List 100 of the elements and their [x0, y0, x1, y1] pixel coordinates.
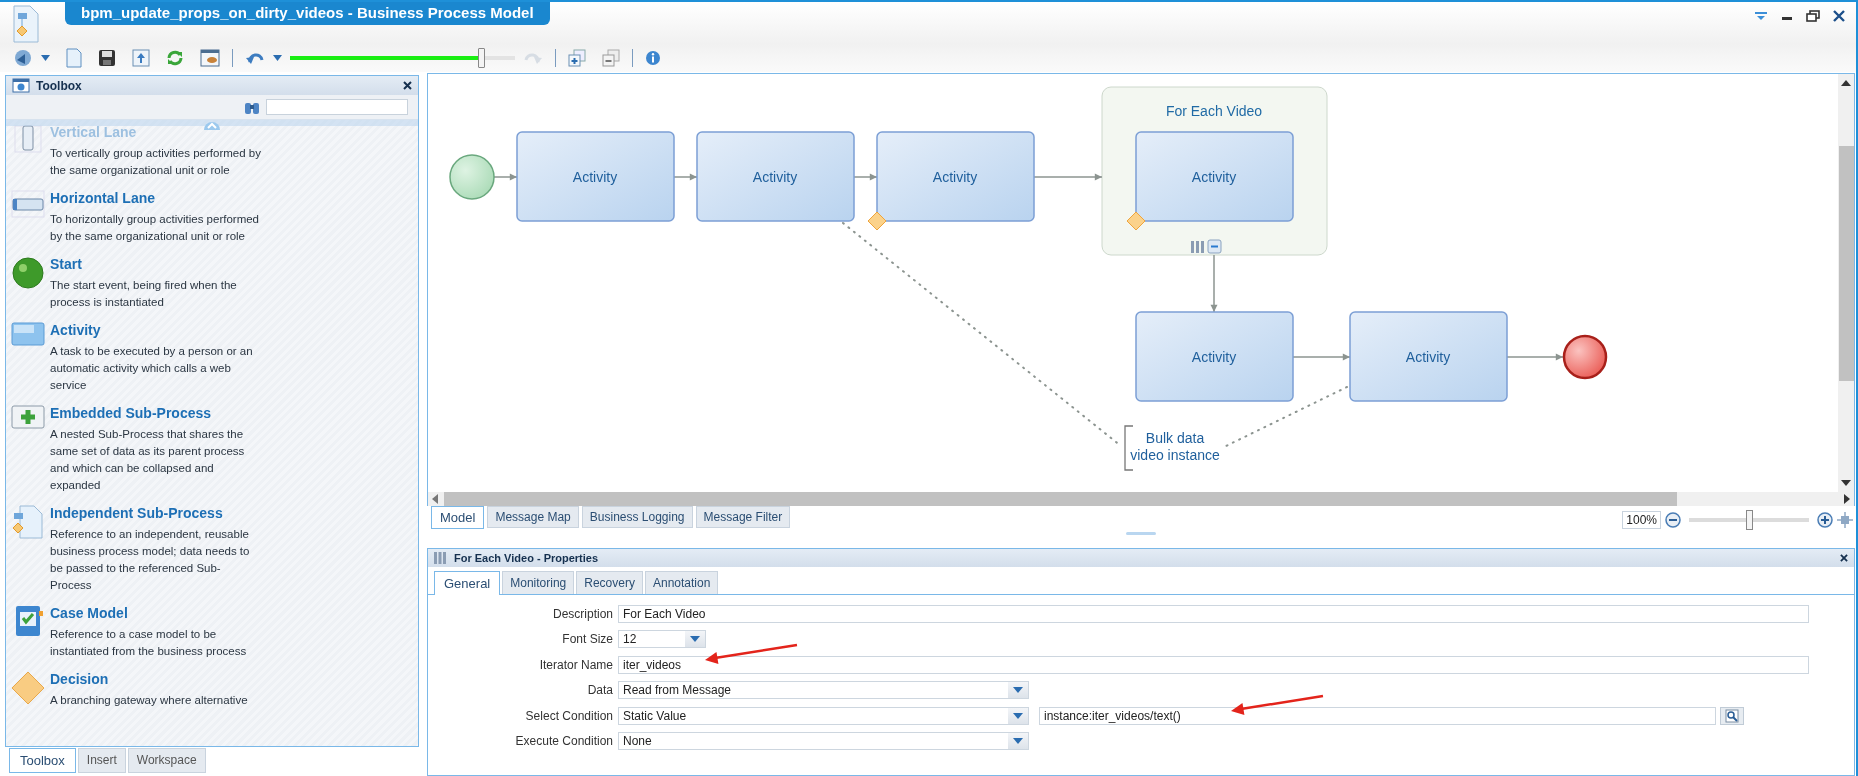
tool-name[interactable]: Decision	[50, 669, 262, 689]
undo-icon[interactable]	[245, 50, 265, 66]
flow-arrow	[1506, 353, 1564, 361]
scroll-right-icon[interactable]	[1844, 494, 1850, 504]
flow-arrow	[1292, 353, 1351, 361]
caret-icon	[1008, 707, 1028, 724]
field-label: Execute Condition	[514, 734, 614, 749]
panel-tab[interactable]: Insert	[77, 748, 126, 773]
view-tab[interactable]: Message Filter	[695, 506, 791, 528]
columns-icon	[434, 552, 446, 564]
scroll-left-icon[interactable]	[432, 494, 438, 504]
export-icon[interactable]	[132, 49, 150, 67]
scrollbar-thumb[interactable]	[444, 492, 1677, 506]
notebook-icon[interactable]	[13, 605, 43, 637]
tool-name[interactable]: Horizontal Lane	[50, 188, 262, 208]
field-label: Description	[551, 606, 614, 621]
tool-name[interactable]: Embedded Sub-Process	[50, 403, 262, 423]
view-tab[interactable]: Model	[431, 506, 485, 529]
add-copy-icon[interactable]	[568, 49, 586, 67]
dropdown[interactable]: Static Value	[618, 706, 1029, 725]
zoom-out-icon[interactable]	[1665, 512, 1681, 528]
flow-arrow	[673, 173, 698, 181]
tool-name[interactable]: Independent Sub-Process	[50, 503, 262, 523]
scroll-up-icon[interactable]	[1841, 80, 1851, 86]
properties-tab[interactable]: General	[434, 571, 501, 595]
properties-tab[interactable]: Monitoring	[502, 571, 575, 594]
text-field[interactable]: instance:iter_videos/text()	[1039, 706, 1716, 725]
activity-label: Activity	[572, 169, 618, 185]
field-label: Font Size	[561, 632, 614, 647]
info-icon[interactable]	[645, 50, 661, 66]
close-icon[interactable]	[1832, 10, 1846, 22]
text-field[interactable]: For Each Video	[618, 604, 1809, 623]
caret-icon	[1008, 682, 1028, 699]
group-title: For Each Video	[1165, 103, 1263, 119]
tool-description: A nested Sub-Process that shares the same set of data as its parent process and which can be collapsed and expanded	[50, 427, 246, 493]
tool-description: Reference to a case model to be instantiated from the business process	[50, 627, 248, 659]
start-event	[449, 154, 495, 200]
close-icon[interactable]	[1840, 554, 1848, 562]
annotation-text: Bulk data	[1145, 430, 1205, 446]
tool-name[interactable]: Start	[50, 254, 262, 274]
horizontal-lane-icon[interactable]	[11, 190, 45, 218]
tool-description: The start event, being fired when the process is instantiated	[50, 278, 238, 310]
window-title: bpm_update_props_on_dirty_videos - Business Process Model	[65, 2, 550, 25]
tool-name[interactable]: Case Model	[50, 603, 262, 623]
dropdown[interactable]: None	[618, 732, 1029, 751]
new-page-icon[interactable]	[66, 48, 82, 68]
text-field[interactable]: iter_videos	[618, 655, 1809, 674]
activity-label: Activity	[1191, 169, 1237, 185]
tool-description: To vertically group activities performed by the same organizational unit or role	[50, 146, 262, 178]
activity-label: Activity	[1405, 349, 1451, 365]
tool-description: A task to be executed by a person or an automatic activity which calls a web service	[50, 344, 254, 393]
panel-title: Toolbox	[36, 78, 82, 93]
caret-icon[interactable]	[273, 55, 282, 61]
caret-icon[interactable]	[41, 55, 50, 61]
remove-copy-icon[interactable]	[602, 49, 620, 67]
tool-description: To horizontally group activities performed by the same organizational unit or role	[50, 212, 261, 244]
field-label: Iterator Name	[538, 657, 614, 672]
tool-description: Reference to an independent, reusable business process model; data needs to be passed to the referenced Sub-Process	[50, 527, 251, 593]
zoom-value: 100%	[1622, 511, 1661, 529]
process-icon[interactable]	[13, 48, 33, 68]
document-icon[interactable]	[12, 505, 44, 539]
activity-label: Activity	[932, 169, 978, 185]
splitter-handle[interactable]	[1126, 532, 1156, 535]
magnifier-icon	[1725, 708, 1739, 723]
search-field[interactable]	[266, 99, 408, 115]
properties-tab[interactable]: Annotation	[644, 571, 719, 594]
flow-arrow	[1210, 254, 1218, 313]
caret-icon	[685, 631, 705, 648]
sphere-icon[interactable]	[11, 256, 45, 290]
tool-name[interactable]: Activity	[50, 320, 262, 340]
process-document-icon	[10, 4, 40, 44]
panel-tab[interactable]: Toolbox	[9, 748, 76, 773]
panel-title: For Each Video - Properties	[454, 552, 599, 564]
activity-label: Activity	[1191, 349, 1237, 365]
restore-icon[interactable]	[1806, 10, 1820, 22]
save-icon[interactable]	[98, 49, 116, 67]
dropdown[interactable]: 12	[618, 630, 706, 649]
zoom-in-icon[interactable]	[1817, 512, 1833, 528]
flow-arrow	[493, 173, 518, 181]
field-label: Select Condition	[524, 708, 614, 723]
dropdown[interactable]: Read from Message	[618, 681, 1029, 700]
activity-label: Activity	[752, 169, 798, 185]
preview-icon[interactable]	[200, 49, 220, 67]
plus-icon[interactable]	[11, 405, 45, 429]
properties-tab[interactable]: Recovery	[576, 571, 643, 594]
caret-icon	[1008, 733, 1028, 750]
collapse-icon[interactable]	[1207, 239, 1222, 254]
columns-icon[interactable]	[1191, 241, 1204, 253]
browse-button[interactable]	[1720, 706, 1744, 725]
scroll-down-icon[interactable]	[1841, 480, 1851, 486]
dropdown-icon[interactable]	[1754, 10, 1768, 22]
view-tab[interactable]: Business Logging	[581, 506, 693, 528]
flow-arrow	[853, 173, 878, 181]
panel-tab[interactable]: Workspace	[127, 748, 206, 773]
scrollbar-thumb[interactable]	[1838, 146, 1854, 381]
close-icon[interactable]	[403, 81, 412, 90]
view-tab[interactable]: Message Map	[487, 506, 579, 528]
refresh-icon[interactable]	[166, 49, 184, 67]
annotation-text: video instance	[1130, 447, 1220, 463]
toolbox-icon	[12, 78, 30, 93]
